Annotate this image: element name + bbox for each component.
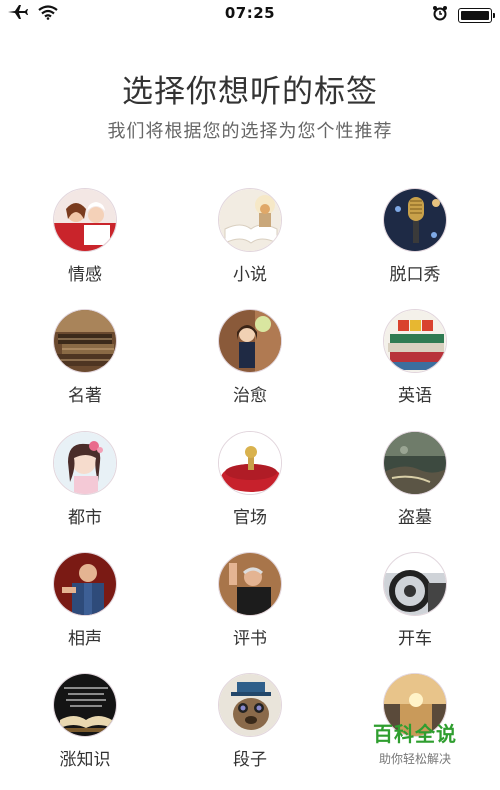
status-right (432, 5, 495, 25)
tag-label: 名著 (68, 386, 102, 406)
tag-item-english[interactable]: 英语 (350, 309, 480, 406)
battery-icon (458, 7, 495, 23)
tag-label: 都市 (68, 508, 102, 528)
tag-label: 相声 (68, 629, 102, 649)
alarm-icon (432, 5, 448, 25)
watermark: 百科全说 助你轻松解决 (360, 718, 470, 767)
tag-item-jokes[interactable]: 段子 (185, 673, 315, 770)
girl-photo-icon (218, 309, 282, 373)
tag-item-officialdom[interactable]: 官场 (185, 431, 315, 528)
old-books-photo-icon (53, 309, 117, 373)
tag-label: 官场 (233, 508, 267, 528)
tag-label: 段子 (233, 750, 267, 770)
knowledge-book-photo-icon (53, 673, 117, 737)
tag-item-emotion[interactable]: 情感 (20, 188, 150, 285)
tag-item-tomb-raiding[interactable]: 盗墓 (350, 431, 480, 528)
tag-label: 涨知识 (59, 750, 111, 770)
tag-item-knowledge[interactable]: 涨知识 (20, 673, 150, 770)
tag-item-healing[interactable]: 治愈 (185, 309, 315, 406)
page-subtitle: 我们将根据您的选择为您个性推荐 (107, 121, 393, 142)
tag-item-classics[interactable]: 名著 (20, 309, 150, 406)
storyteller-photo-icon (218, 552, 282, 616)
tag-label: 英语 (398, 386, 432, 406)
status-time: 07:25 (224, 4, 276, 22)
status-bar: 07:25 (0, 0, 500, 28)
seal-photo-icon (218, 431, 282, 495)
tag-label: 盗墓 (398, 508, 432, 528)
city-girl-photo-icon (53, 431, 117, 495)
tag-label: 评书 (233, 629, 267, 649)
tag-label: 情感 (68, 265, 102, 285)
tag-item-talkshow[interactable]: 脱口秀 (350, 188, 480, 285)
tag-item-novel[interactable]: 小说 (185, 188, 315, 285)
tag-item-crosstalk[interactable]: 相声 (20, 552, 150, 649)
watermark-subtitle: 助你轻松解决 (378, 752, 451, 766)
crosstalk-photo-icon (53, 552, 117, 616)
tag-label: 脱口秀 (389, 265, 441, 285)
microphone-photo-icon (383, 188, 447, 252)
tag-item-city[interactable]: 都市 (20, 431, 150, 528)
tag-item-driving[interactable]: 开车 (350, 552, 480, 649)
watermark-title: 百科全说 (373, 722, 457, 746)
page-title: 选择你想听的标签 (122, 74, 378, 110)
tag-item-storytelling[interactable]: 评书 (185, 552, 315, 649)
open-book-photo-icon (218, 188, 282, 252)
tag-label: 开车 (398, 629, 432, 649)
abc-books-photo-icon (383, 309, 447, 373)
tag-label: 治愈 (233, 386, 267, 406)
tag-label: 小说 (233, 265, 267, 285)
dog-hat-photo-icon (218, 673, 282, 737)
couple-photo-icon (53, 188, 117, 252)
steering-wheel-photo-icon (383, 552, 447, 616)
cave-photo-icon (383, 431, 447, 495)
